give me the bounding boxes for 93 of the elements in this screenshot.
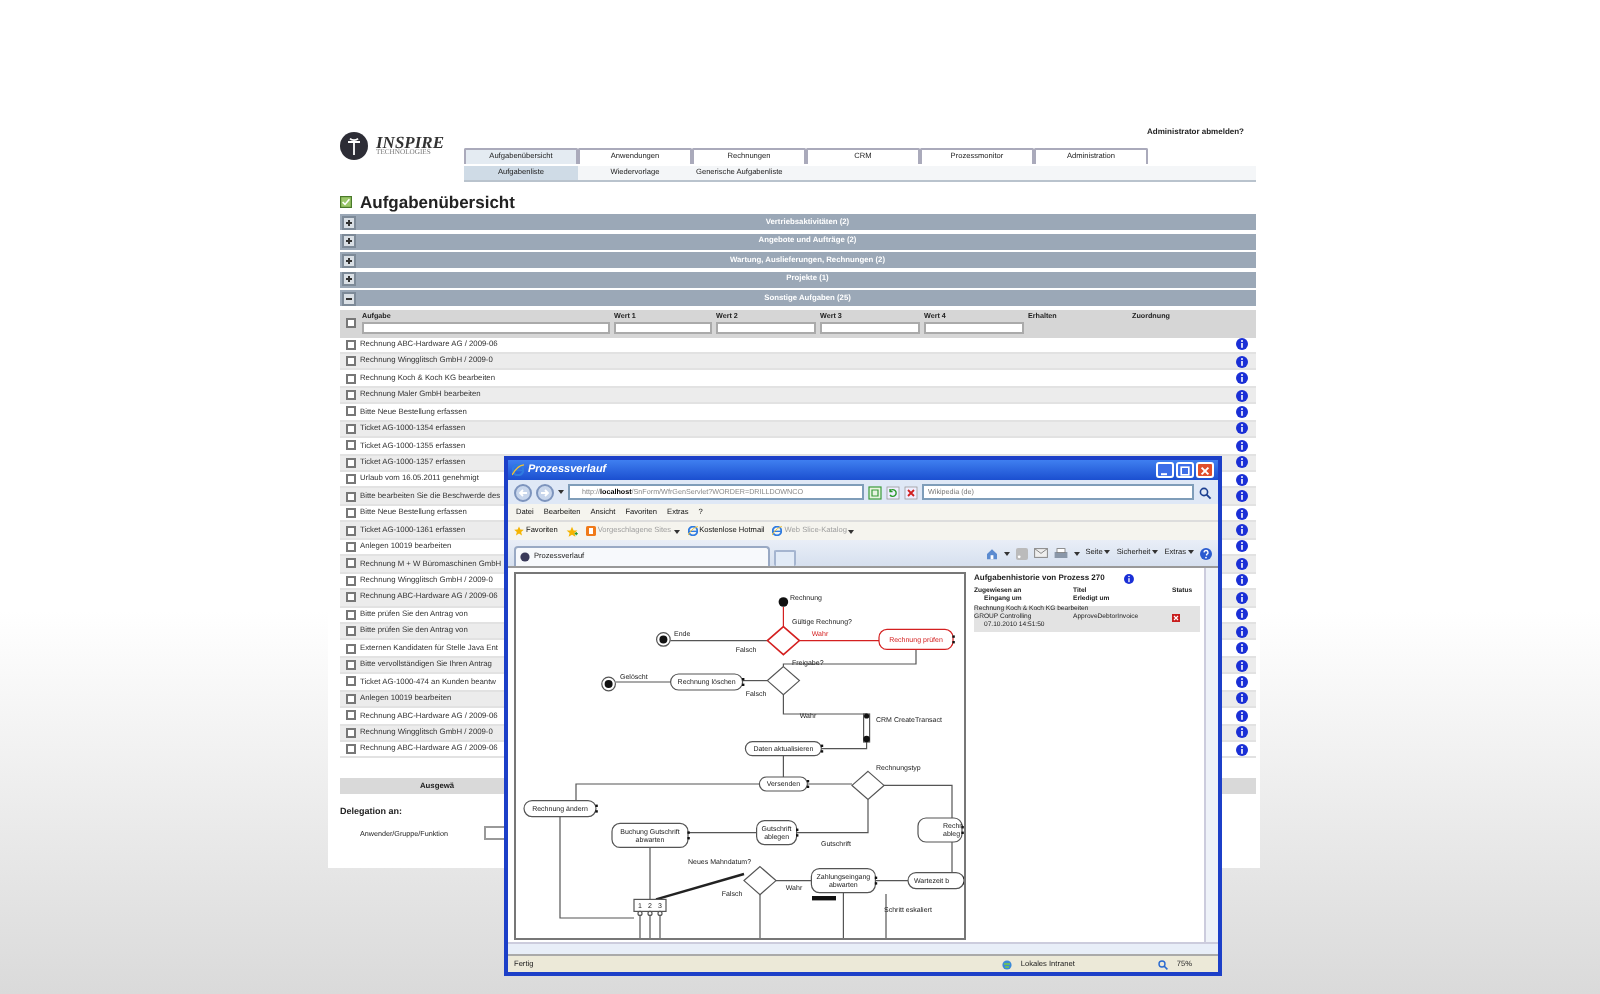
row-checkbox[interactable] xyxy=(345,626,355,637)
info-icon[interactable] xyxy=(1236,574,1248,587)
horizontal-scrollbar[interactable] xyxy=(508,942,1218,954)
info-icon[interactable] xyxy=(1236,439,1248,452)
info-icon[interactable] xyxy=(1236,372,1248,385)
filter-field[interactable] xyxy=(614,321,712,333)
minimize-button[interactable] xyxy=(1156,462,1174,478)
expand-icon[interactable] xyxy=(341,253,355,267)
info-icon[interactable] xyxy=(1236,355,1248,368)
info-icon[interactable] xyxy=(1124,574,1135,584)
info-icon[interactable] xyxy=(1236,456,1248,469)
stop-icon[interactable] xyxy=(904,485,918,499)
filter-field[interactable] xyxy=(820,321,920,333)
info-icon[interactable] xyxy=(1236,524,1248,537)
brand-name: INSPIRE xyxy=(376,133,445,151)
row-checkbox[interactable] xyxy=(345,390,355,401)
expand-icon[interactable] xyxy=(341,215,355,229)
row-checkbox[interactable] xyxy=(345,339,355,350)
row-checkbox[interactable] xyxy=(345,423,355,434)
help-icon[interactable] xyxy=(1200,547,1212,559)
row-checkbox[interactable] xyxy=(345,558,355,569)
info-icon[interactable] xyxy=(1236,422,1248,435)
close-button[interactable] xyxy=(1196,462,1214,478)
info-icon[interactable] xyxy=(1236,642,1248,655)
collapse-icon[interactable] xyxy=(341,291,355,305)
row-checkbox[interactable] xyxy=(345,356,355,367)
row-checkbox[interactable] xyxy=(345,575,355,586)
printer-icon[interactable] xyxy=(1053,547,1068,559)
mail-icon[interactable] xyxy=(1033,548,1048,558)
row-checkbox[interactable] xyxy=(345,373,355,384)
row-checkbox[interactable] xyxy=(345,440,355,451)
filter-field[interactable] xyxy=(362,321,610,333)
zoom-icon[interactable] xyxy=(1158,959,1169,969)
expand-icon[interactable] xyxy=(341,234,355,248)
vertical-scrollbar[interactable] xyxy=(1204,568,1218,942)
info-icon[interactable] xyxy=(1236,540,1248,553)
globe-icon xyxy=(1002,959,1013,969)
caret-icon xyxy=(673,529,680,533)
info-icon[interactable] xyxy=(1236,625,1248,638)
row-checkbox[interactable] xyxy=(345,541,355,552)
row-checkbox[interactable] xyxy=(345,592,355,603)
row-checkbox[interactable] xyxy=(345,609,355,620)
info-icon[interactable] xyxy=(1236,692,1248,705)
row-checkbox[interactable] xyxy=(345,491,355,502)
forward-arrow-icon xyxy=(540,487,550,497)
row-checkbox[interactable] xyxy=(345,406,355,417)
checklist-icon xyxy=(340,196,352,208)
browser-icon xyxy=(772,526,783,536)
back-button[interactable] xyxy=(514,483,532,501)
info-icon[interactable] xyxy=(1236,743,1248,756)
row-checkbox[interactable] xyxy=(345,508,355,519)
search-icon[interactable] xyxy=(1198,485,1212,499)
add-star-icon[interactable] xyxy=(565,525,578,537)
info-icon[interactable] xyxy=(1236,591,1248,604)
row-checkbox[interactable] xyxy=(345,744,355,755)
info-icon[interactable] xyxy=(1236,389,1248,402)
page-title: Aufgabenübersicht xyxy=(360,193,515,211)
row-checkbox[interactable] xyxy=(345,457,355,468)
row-checkbox[interactable] xyxy=(345,660,355,671)
info-icon[interactable] xyxy=(1236,659,1248,672)
info-icon[interactable] xyxy=(1236,490,1248,503)
info-icon[interactable] xyxy=(1236,473,1248,486)
browser-icon xyxy=(512,464,524,476)
back-arrow-icon xyxy=(518,487,528,497)
star-icon xyxy=(514,526,524,536)
row-checkbox[interactable] xyxy=(345,474,355,485)
row-checkbox[interactable] xyxy=(345,676,355,687)
row-checkbox[interactable] xyxy=(345,727,355,738)
filter-field[interactable] xyxy=(924,321,1024,333)
row-checkbox[interactable] xyxy=(345,525,355,536)
feed-square-icon xyxy=(585,526,596,536)
filter-field[interactable] xyxy=(716,321,816,333)
info-icon[interactable] xyxy=(1236,405,1248,418)
browser-icon xyxy=(687,526,698,536)
caret-icon xyxy=(848,529,855,533)
expand-icon[interactable] xyxy=(341,272,355,286)
close-icon xyxy=(1200,465,1210,475)
logo-emblem-icon xyxy=(340,132,368,160)
info-icon[interactable] xyxy=(1236,608,1248,621)
info-icon[interactable] xyxy=(1236,338,1248,351)
home-icon[interactable] xyxy=(985,547,998,559)
maximize-button[interactable] xyxy=(1176,462,1194,478)
refresh-icon[interactable] xyxy=(886,485,900,499)
info-icon[interactable] xyxy=(1236,726,1248,739)
row-checkbox[interactable] xyxy=(345,643,355,654)
row-checkbox[interactable] xyxy=(345,710,355,721)
info-icon[interactable] xyxy=(1236,675,1248,688)
select-all-checkbox[interactable] xyxy=(345,318,355,328)
info-icon[interactable] xyxy=(1236,557,1248,570)
maximize-icon xyxy=(1180,465,1190,475)
info-icon[interactable] xyxy=(1236,507,1248,520)
info-icon[interactable] xyxy=(1236,709,1248,722)
row-checkbox[interactable] xyxy=(345,693,355,704)
